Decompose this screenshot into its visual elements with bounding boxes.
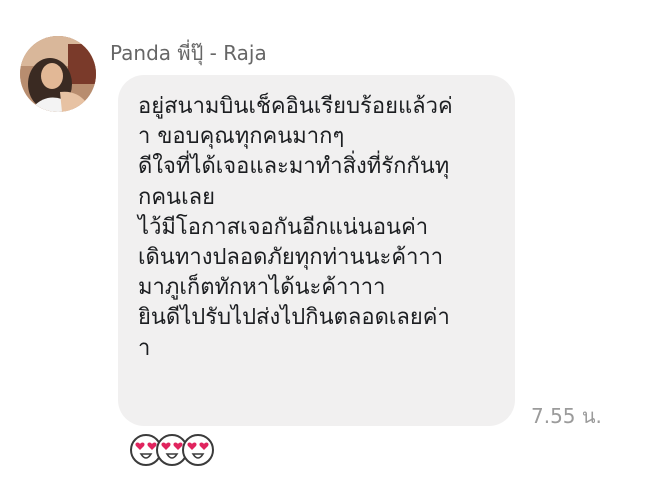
message-line: กคนเลย (138, 184, 215, 210)
message-timestamp: 7.55 น. (531, 404, 602, 428)
message-line: า ขอบคุณทุกคนมากๆ (138, 124, 345, 150)
message-bubble[interactable]: อยู่สนามบินเช็คอินเรียบร้อยแล้วค่ า ขอบค… (118, 75, 515, 426)
message-line: ดีใจที่ได้เจอและมาทำสิ่งที่รักกันทุ (138, 154, 450, 180)
message-line: ไว้มีโอกาสเจอกันอีกแน่นอนค่า (138, 214, 429, 240)
sender-avatar[interactable] (20, 36, 96, 112)
message-line: มาภูเก็ตทักหาได้นะค้าาาา (138, 275, 386, 301)
heart-eyes-emoji-icon (182, 434, 214, 466)
sender-name[interactable]: Panda พี่ปุ๊ - Raja (110, 37, 267, 69)
message-line: า (138, 335, 151, 361)
message-line: ยินดีไปรับไปส่งไปกินตลอดเลยค่า (138, 305, 450, 331)
message-line: เดินทางปลอดภัยทุกท่านนะค้าาา (138, 245, 444, 271)
message-reactions[interactable] (130, 434, 220, 468)
message-line: อยู่สนามบินเช็คอินเรียบร้อยแล้วค่ (138, 94, 453, 119)
avatar-photo-icon (20, 36, 96, 112)
